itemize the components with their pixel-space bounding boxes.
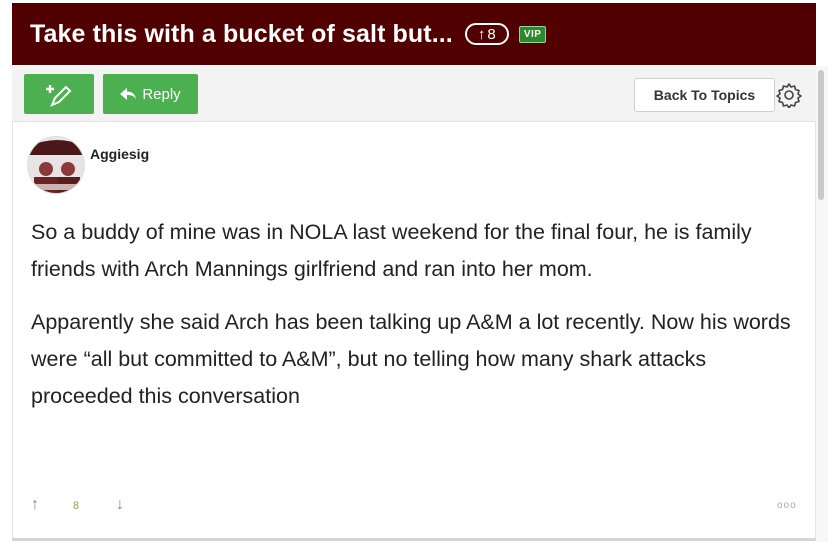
reply-label: Reply <box>142 85 181 103</box>
post: Aggiesig So a buddy of mine was in NOLA … <box>12 122 816 540</box>
downvote-icon[interactable]: ↓ <box>116 496 124 514</box>
topic-vote-badge: ↑ 8 <box>464 23 509 45</box>
new-topic-button[interactable] <box>24 74 94 114</box>
topic-title: Take this with a bucket of salt but... <box>30 19 453 48</box>
post-paragraph: Apparently she said Arch has been talkin… <box>31 310 791 408</box>
back-to-topics-button[interactable]: Back To Topics <box>634 78 775 112</box>
post-footer: ↑ 8 ↓ ooo <box>13 488 817 528</box>
reply-button[interactable]: Reply <box>103 74 198 114</box>
post-paragraph: So a buddy of mine was in NOLA last week… <box>31 220 752 281</box>
topic-toolbar: Reply Back To Topics <box>12 66 816 122</box>
gear-icon[interactable] <box>776 82 802 108</box>
avatar[interactable] <box>27 136 85 194</box>
post-body: So a buddy of mine was in NOLA last week… <box>31 214 811 431</box>
scrollbar-thumb[interactable] <box>818 70 824 200</box>
more-options-icon[interactable]: ooo <box>777 500 797 511</box>
post-author[interactable]: Aggiesig <box>90 146 149 162</box>
upvote-icon[interactable]: ↑ <box>31 496 39 514</box>
topic-header: Take this with a bucket of salt but... ↑… <box>12 3 816 65</box>
new-topic-icon <box>46 85 72 107</box>
vip-badge: VIP <box>518 25 547 43</box>
post-vote-count: 8 <box>73 500 80 512</box>
reply-arrow-icon <box>120 88 137 100</box>
divider <box>12 538 816 541</box>
topic-vote-count: 8 <box>487 25 496 43</box>
up-arrow-icon: ↑ <box>477 25 486 43</box>
